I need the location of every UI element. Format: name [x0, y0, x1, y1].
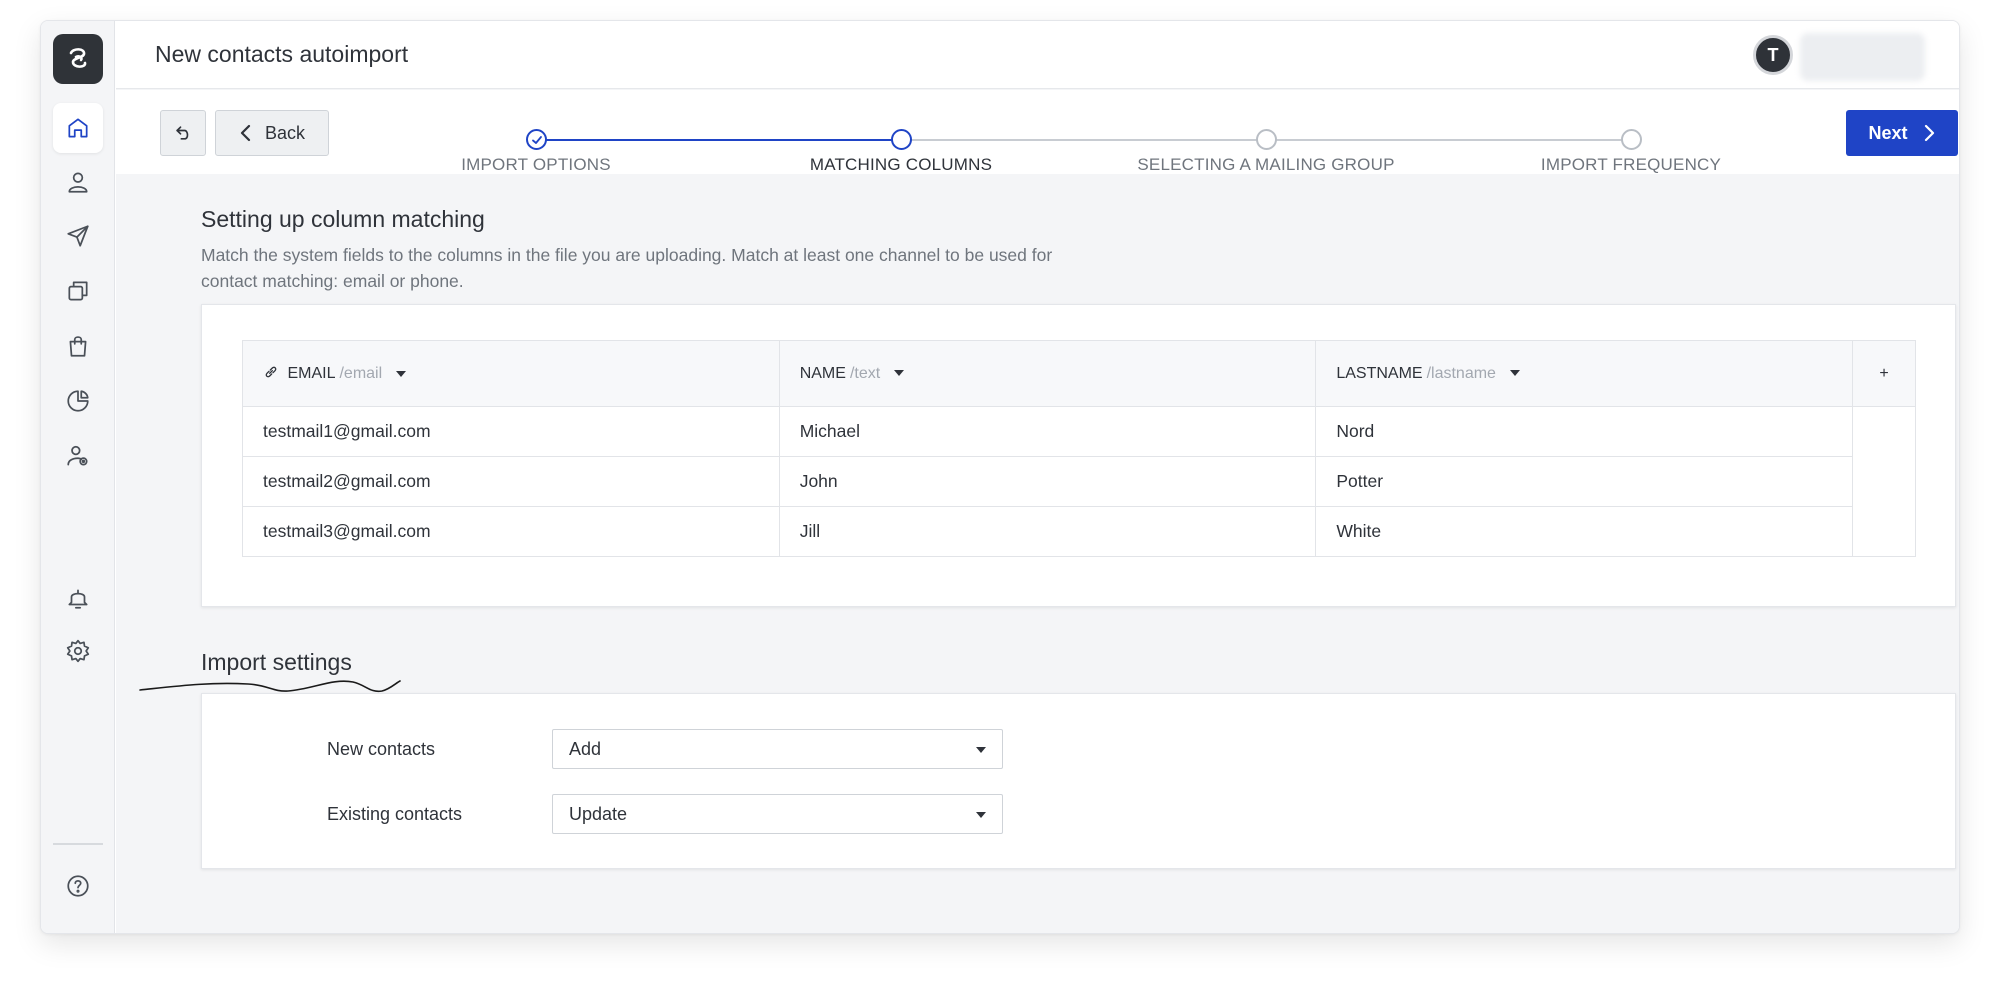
copy-icon [68, 281, 88, 301]
new-contacts-select-value: Add [569, 738, 602, 759]
sidebar-item-shop[interactable] [53, 321, 103, 371]
column-type: /lastname [1426, 364, 1496, 382]
sidebar-item-campaigns[interactable] [53, 211, 103, 261]
table-cell: testmail2@gmail.com [242, 456, 780, 507]
stepper-line-3 [1266, 139, 1632, 141]
table-cell: testmail1@gmail.com [242, 406, 780, 457]
user-name-blurred[interactable] [1800, 33, 1925, 81]
step-dot-import-frequency[interactable] [1621, 129, 1642, 150]
step-label-import-frequency[interactable]: IMPORT FREQUENCY [1471, 155, 1791, 175]
table-row: testmail3@gmail.com Jill White [242, 506, 1916, 557]
sidebar-item-account[interactable] [53, 431, 103, 481]
link-key-icon [265, 366, 277, 378]
pie-chart-icon [67, 390, 89, 412]
next-button-label: Next [1868, 122, 1908, 143]
table-cell: John [778, 456, 1317, 507]
caret-down-icon[interactable] [894, 370, 905, 377]
caret-down-icon [976, 747, 986, 753]
column-header-email[interactable]: EMAIL/email [242, 340, 780, 407]
matching-section-description: Match the system fields to the columns i… [201, 245, 1053, 291]
gear-icon [66, 639, 90, 663]
stepper-line-1 [536, 139, 901, 141]
table-cell: testmail3@gmail.com [242, 506, 780, 557]
sidebar-item-notifications[interactable] [53, 573, 103, 623]
caret-down-icon [976, 812, 986, 818]
import-settings-card: New contacts Add Existing contacts Updat… [201, 693, 1956, 869]
sidebar [41, 21, 115, 933]
undo-icon [176, 126, 189, 140]
send-icon [67, 225, 89, 247]
shopping-bag-icon [69, 336, 87, 357]
existing-contacts-select[interactable]: Update [552, 794, 1003, 834]
chevron-right-icon [1924, 124, 1934, 142]
table-cell: Jill [778, 506, 1317, 557]
back-button[interactable]: Back [215, 110, 329, 156]
new-contacts-label: New contacts [327, 739, 436, 759]
handdrawn-underline [139, 680, 401, 693]
new-contacts-select[interactable]: Add [552, 729, 1003, 769]
wizard-toolbar: Back IMPORT OPTIONS MATCHING COLUMNS SEL… [116, 90, 1959, 175]
sidebar-item-contacts[interactable] [53, 157, 103, 207]
user-icon [68, 172, 88, 193]
column-header-lastname[interactable]: LASTNAME/lastname [1315, 340, 1854, 407]
add-column-spacer [1852, 406, 1916, 557]
table-cell: White [1315, 506, 1854, 557]
sidebar-item-analytics[interactable] [53, 376, 103, 426]
page-title: New contacts autoimport [155, 41, 409, 67]
app-logo[interactable] [53, 34, 103, 84]
step-label-mailing-group[interactable]: SELECTING A MAILING GROUP [1106, 155, 1426, 175]
sidebar-item-settings[interactable] [53, 626, 103, 676]
table-cell: Nord [1315, 406, 1854, 457]
import-settings-title: Import settings [201, 649, 352, 675]
sidebar-item-home[interactable] [53, 103, 103, 153]
table-row: testmail1@gmail.com Michael Nord [242, 406, 1916, 557]
step-dot-import-options[interactable] [526, 129, 547, 150]
column-name: NAME [799, 364, 846, 382]
add-column-button[interactable]: + [1852, 340, 1916, 407]
sidebar-divider [53, 843, 103, 845]
column-name: LASTNAME [1336, 364, 1423, 382]
logo-icon [69, 48, 87, 68]
column-matching-table: EMAIL/email NAME/text LASTNAME/lastname … [242, 340, 1916, 557]
table-cell: Potter [1315, 456, 1854, 507]
app-window: New contacts autoimport T Back IMPORT OP… [40, 20, 1960, 934]
column-name: EMAIL [287, 365, 336, 382]
top-header: New contacts autoimport T [116, 21, 1959, 89]
table-header-row: EMAIL/email NAME/text LASTNAME/lastname … [242, 340, 1916, 407]
back-button-label: Back [264, 122, 306, 143]
existing-contacts-select-value: Update [569, 803, 628, 824]
table-row: testmail2@gmail.com John Potter [242, 456, 1916, 507]
next-button[interactable]: Next [1846, 110, 1958, 156]
column-matching-card: EMAIL/email NAME/text LASTNAME/lastname … [201, 304, 1956, 607]
stepper-line-2 [901, 139, 1266, 141]
bell-icon [68, 589, 88, 609]
help-icon [67, 875, 89, 897]
step-label-matching-columns[interactable]: MATCHING COLUMNS [741, 155, 1061, 175]
sidebar-item-help[interactable] [53, 861, 103, 911]
column-type: /text [849, 364, 881, 382]
avatar[interactable]: T [1753, 35, 1793, 75]
matching-section-title: Setting up column matching [201, 206, 485, 232]
caret-down-icon[interactable] [396, 370, 407, 377]
step-label-import-options[interactable]: IMPORT OPTIONS [376, 155, 696, 175]
column-header-name[interactable]: NAME/text [778, 340, 1317, 407]
check-icon [531, 135, 542, 144]
step-dot-matching-columns[interactable] [891, 129, 912, 150]
home-icon [68, 118, 88, 138]
step-dot-mailing-group[interactable] [1256, 129, 1277, 150]
existing-contacts-label: Existing contacts [327, 804, 463, 824]
column-type: /email [339, 365, 383, 382]
main-area: New contacts autoimport T Back IMPORT OP… [116, 21, 1959, 933]
chevron-left-icon [240, 124, 251, 142]
caret-down-icon[interactable] [1509, 370, 1520, 377]
sidebar-item-templates[interactable] [53, 266, 103, 316]
table-cell: Michael [778, 406, 1317, 457]
user-settings-icon [67, 445, 88, 466]
undo-button[interactable] [160, 110, 206, 156]
